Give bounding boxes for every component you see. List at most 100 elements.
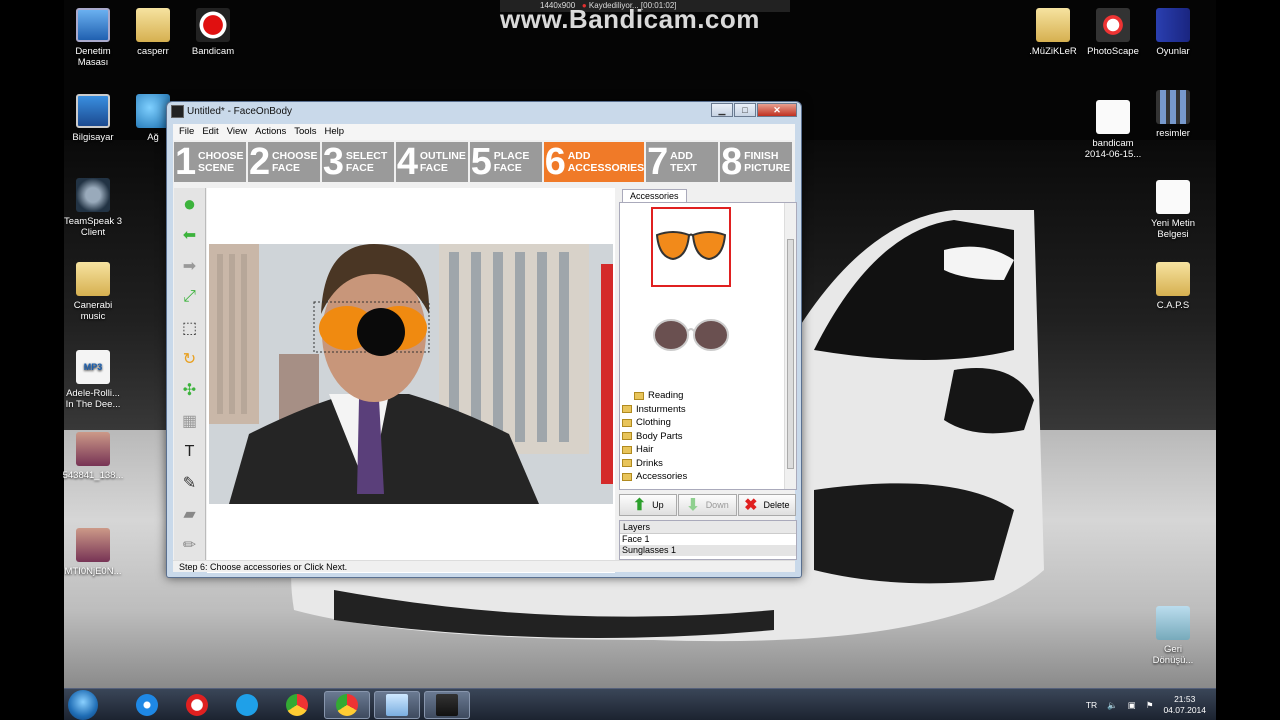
- taskbar-app[interactable]: [274, 691, 320, 719]
- desktop-shortcut[interactable]: Bandicam: [176, 8, 250, 57]
- ie-icon: [136, 694, 158, 716]
- language-indicator[interactable]: TR: [1086, 700, 1097, 710]
- skype-icon: [236, 694, 258, 716]
- desktop-shortcut[interactable]: 543841_138...: [56, 432, 130, 481]
- clock[interactable]: 21:53 04.07.2014: [1163, 694, 1206, 716]
- taskbar-app[interactable]: [174, 691, 220, 719]
- scene-photo: [209, 244, 613, 504]
- desktop-shortcut[interactable]: Canerabi music: [56, 262, 130, 322]
- start-button[interactable]: [68, 690, 98, 720]
- step-4-button[interactable]: 4 OUTLINE FACE: [395, 141, 468, 183]
- menu-view[interactable]: View: [225, 124, 253, 140]
- crop-icon[interactable]: ⬚: [177, 315, 203, 341]
- rotate-icon[interactable]: ↻: [177, 346, 203, 372]
- network-icon[interactable]: ▣: [1128, 700, 1136, 711]
- down-arrow-icon: ⬇: [686, 497, 700, 514]
- minimize-button[interactable]: ▁: [711, 103, 733, 117]
- up-label: Up: [652, 500, 664, 510]
- eraser-icon[interactable]: ▰: [177, 501, 203, 527]
- monitor-icon: [76, 8, 110, 42]
- tree-item[interactable]: Drinks: [622, 457, 687, 471]
- folder-icon: [622, 445, 632, 454]
- desktop-shortcut-label: TeamSpeak 3 Client: [63, 216, 123, 238]
- menu-tools[interactable]: Tools: [292, 124, 322, 140]
- desktop-shortcut[interactable]: Yeni Metin Belgesi: [1136, 180, 1210, 240]
- chrome-icon: [336, 694, 358, 716]
- pencil-icon[interactable]: ✏: [177, 532, 203, 558]
- down-label: Down: [705, 500, 729, 510]
- flip-icon[interactable]: ✣: [177, 377, 203, 403]
- desktop-shortcut-label: Geri Dönüşü...: [1152, 644, 1194, 666]
- taskbar-app[interactable]: [424, 691, 470, 719]
- chrome-icon: [286, 694, 308, 716]
- folder-icon: [76, 262, 110, 296]
- layer-item[interactable]: Face 1: [620, 534, 796, 545]
- step-number: 5: [470, 141, 492, 183]
- menu-file[interactable]: File: [177, 124, 200, 140]
- tree-item[interactable]: Hair: [622, 443, 687, 457]
- film-icon: [1156, 90, 1190, 124]
- taskbar-app[interactable]: [224, 691, 270, 719]
- step-3-button[interactable]: 3 SELECT FACE: [321, 142, 394, 182]
- desktop-shortcut[interactable]: Geri Dönüşü...: [1136, 606, 1210, 666]
- photo-icon: [76, 528, 110, 562]
- up-arrow-icon: ⬆: [632, 497, 647, 514]
- tree-item[interactable]: Body Parts: [622, 430, 687, 444]
- tree-item-label: Clothing: [636, 417, 671, 428]
- menu-help[interactable]: Help: [322, 124, 350, 140]
- menu-edit[interactable]: Edit: [200, 124, 224, 140]
- desktop-shortcut[interactable]: resimler: [1136, 90, 1210, 139]
- brush-icon[interactable]: ✎: [177, 470, 203, 496]
- back-arrow-icon[interactable]: ⬅: [177, 222, 203, 248]
- step-number: 4: [396, 141, 418, 183]
- titlebar[interactable]: Untitled* - FaceOnBody ▁ □ ✕: [167, 102, 801, 122]
- close-button[interactable]: ✕: [757, 103, 797, 117]
- menu-actions[interactable]: Actions: [253, 124, 292, 140]
- step-8-button[interactable]: 8 FINISH PICTURE: [720, 142, 792, 182]
- delete-button[interactable]: ✖ Delete: [737, 494, 796, 516]
- desktop-shortcut[interactable]: C.A.P.S: [1136, 262, 1210, 311]
- fit-icon[interactable]: ⤢: [177, 284, 203, 310]
- editor-canvas[interactable]: [207, 188, 615, 573]
- taskbar-app[interactable]: [324, 691, 370, 719]
- tree-item[interactable]: Insturments: [622, 403, 687, 417]
- round-sunglasses-thumb[interactable]: [651, 295, 731, 375]
- down-button[interactable]: ⬇ Down: [678, 494, 737, 516]
- desktop-shortcut[interactable]: TeamSpeak 3 Client: [56, 178, 130, 238]
- desktop-shortcut[interactable]: MTI0NjE0N...: [56, 528, 130, 577]
- step-6-button[interactable]: 6 ADD ACCESSORIES: [543, 142, 645, 182]
- speaker-icon[interactable]: 🔈: [1107, 700, 1118, 711]
- notepad-icon: [386, 694, 408, 716]
- next-icon[interactable]: ●: [177, 191, 203, 217]
- up-button[interactable]: ⬆ Up: [619, 494, 678, 516]
- step-7-button[interactable]: 7 ADD TEXT: [646, 142, 719, 182]
- category-tree: Reading Insturments Clothing Body Parts Hair…: [622, 389, 687, 484]
- teamspeak-icon: [76, 178, 110, 212]
- taskbar-app[interactable]: [374, 691, 420, 719]
- desktop-shortcut[interactable]: MP3 Adele-Rolli... In The Dee...: [56, 350, 130, 410]
- tree-item[interactable]: Clothing: [622, 416, 687, 430]
- forward-arrow-icon[interactable]: ➡: [177, 253, 203, 279]
- step-number: 2: [248, 141, 271, 183]
- step-1-button[interactable]: 1 CHOOSE SCENE: [174, 142, 246, 182]
- flag-icon[interactable]: ⚑: [1146, 700, 1154, 711]
- taskbar-app[interactable]: [124, 691, 170, 719]
- system-tray: TR 🔈 ▣ ⚑ 21:53 04.07.2014: [1086, 689, 1216, 720]
- tree-item[interactable]: Accessories: [622, 470, 687, 484]
- gradient-icon[interactable]: ▦: [177, 408, 203, 434]
- folder-icon: [136, 8, 170, 42]
- layer-item[interactable]: Sunglasses 1: [620, 545, 796, 556]
- folder-icon: [622, 432, 632, 441]
- faceonbody-window: Untitled* - FaceOnBody ▁ □ ✕ File Edit V…: [166, 101, 802, 578]
- maximize-button[interactable]: □: [734, 103, 756, 117]
- desktop-shortcut-label: Bandicam: [191, 46, 235, 57]
- text-tool-icon[interactable]: T: [177, 439, 203, 465]
- step-5-button[interactable]: 5 PLACE FACE: [469, 141, 542, 183]
- step-2-button[interactable]: 2 CHOOSE FACE: [247, 141, 320, 183]
- clock-time: 21:53: [1174, 694, 1196, 704]
- aviator-sunglasses-thumb[interactable]: [651, 207, 731, 287]
- tree-item[interactable]: Reading: [622, 389, 687, 403]
- desktop-shortcut[interactable]: Oyunlar: [1136, 8, 1210, 57]
- tab-accessories[interactable]: Accessories: [622, 189, 687, 202]
- gallery-scrollbar[interactable]: [784, 203, 796, 489]
